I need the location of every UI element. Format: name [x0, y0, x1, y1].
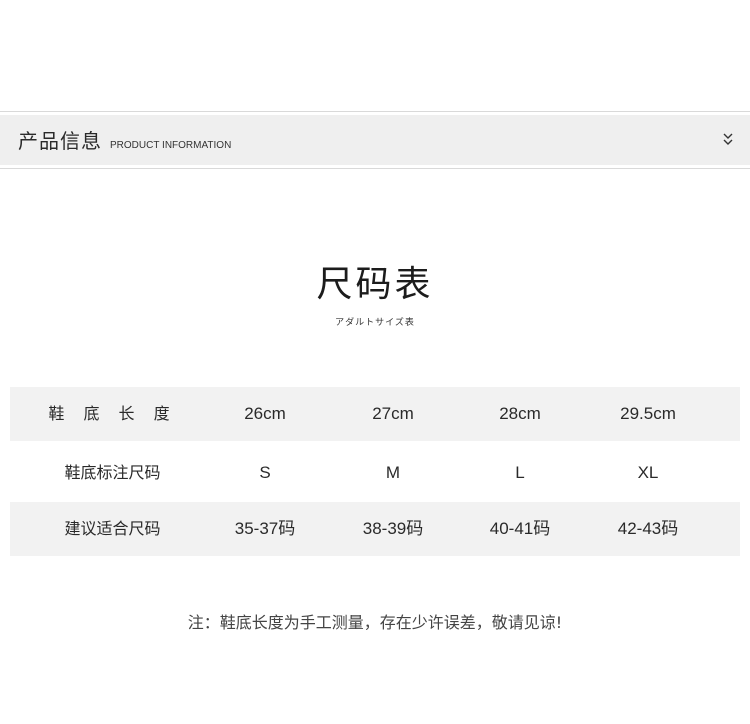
table-cell: 26cm: [244, 404, 286, 423]
section-subtitle: PRODUCT INFORMATION: [110, 140, 232, 151]
table-cell: 35-37码: [234, 519, 296, 538]
header-divider-top: [0, 111, 750, 112]
table-cell: 38-39码: [362, 519, 424, 538]
table-cell: M: [385, 463, 401, 482]
header-divider-bottom: [0, 168, 750, 169]
size-chart-subtitle: アダルトサイズ表: [335, 318, 415, 328]
table-cell: L: [515, 463, 525, 482]
row-label: 鞋 底 长 度: [48, 404, 177, 423]
table-cell: 29.5cm: [620, 404, 676, 423]
measurement-note: 注：鞋底长度为手工测量，存在少许误差，敬请见谅!: [187, 613, 563, 632]
size-chart-title: 尺码表: [316, 264, 434, 305]
table-cell: 42-43码: [617, 519, 679, 538]
table-row: 鞋底标注尺码 S M L XL: [10, 446, 740, 500]
table-cell: 27cm: [372, 404, 414, 423]
row-label: 鞋底标注尺码: [64, 463, 161, 482]
section-title: 产品信息: [18, 129, 102, 153]
table-cell: 28cm: [499, 404, 541, 423]
table-cell: S: [259, 463, 271, 482]
table-row: 鞋 底 长 度 26cm 27cm 28cm 29.5cm: [10, 387, 740, 441]
row-label: 建议适合尺码: [64, 519, 161, 538]
table-cell: XL: [637, 463, 659, 482]
table-row: 建议适合尺码 35-37码 38-39码 40-41码 42-43码: [10, 502, 740, 556]
table-cell: 40-41码: [489, 519, 551, 538]
double-chevron-down-icon[interactable]: [720, 131, 736, 149]
